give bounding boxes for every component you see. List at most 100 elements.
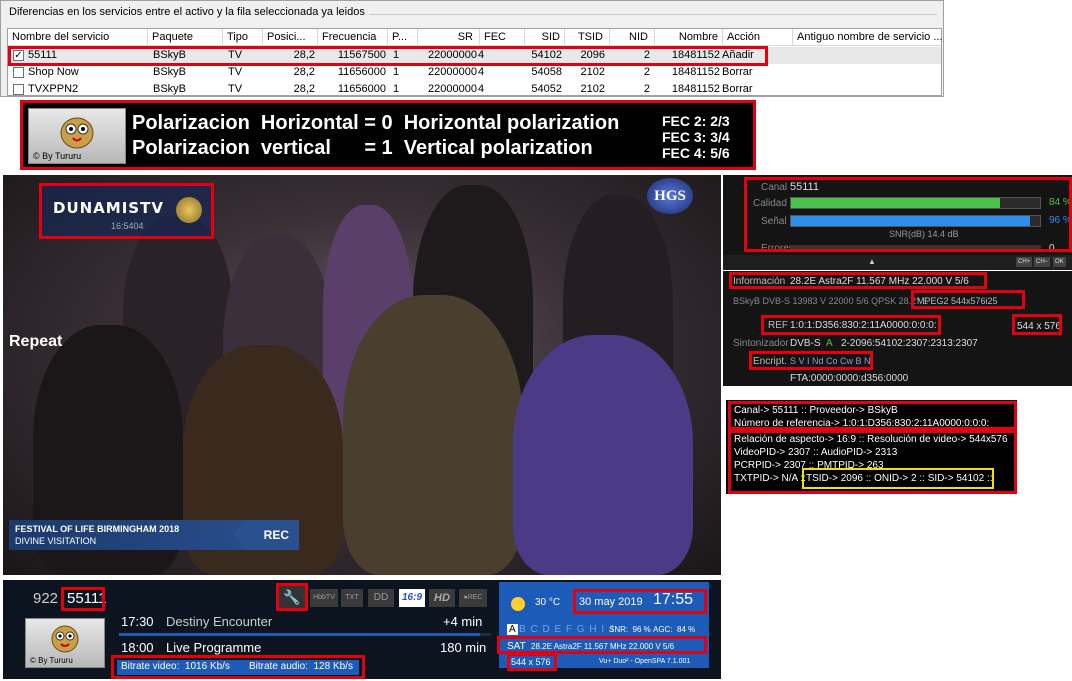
hbbtv-icon: HbbTV [310,589,338,607]
agc-percent: AGC: 84 % [653,625,696,634]
row-checkbox[interactable] [13,84,24,95]
temperature: 30 °C [535,597,561,608]
polarization-line-2: Polarizacion vertical = 1 Vertical polar… [132,137,593,159]
signal-highlight-frame [744,177,1072,252]
cell-package: BSkyB [153,83,187,95]
col-header-nid[interactable]: NID [610,29,655,46]
rec-badge: REC [233,520,299,550]
ch-plus-button[interactable]: CH+ [1016,257,1033,267]
panel-caption: Diferencias en los servicios entre el ac… [9,6,369,18]
highlight-frame [8,46,768,66]
col-header-frecuencia[interactable]: Frecuencia [318,29,388,46]
col-header-antiguo-nombre[interactable]: Antiguo nombre de servicio ... [793,29,943,46]
cell-nombre: 18481152 [671,66,720,78]
teletext-icon: TXT [341,589,363,607]
crowd-figure [343,295,523,575]
table-row[interactable]: Shop Now BSkyB TV 28,2 11656000 1 220000… [8,64,941,81]
col-header-pol[interactable]: P... [388,29,418,46]
repeat-label: Repeat [9,333,63,350]
bitrate-highlight-frame [111,655,365,679]
video-frame: DUNAMISTV 16:5404 HGS Repeat FESTIVAL OF… [3,175,721,575]
tururu-logo: © By Tururu [25,618,105,668]
dolby-icon: DD [368,589,394,607]
receiver-info: Vu+ Duo² - OpenSPA 7.1.001 [599,658,691,665]
col-header-sr[interactable]: SR [418,29,480,46]
sintonizador-label: Sintonizador [733,338,789,349]
cell-frequency: 11656000 [337,66,386,78]
channel-number: 922 [33,590,59,607]
cell-sr: 22000000 [428,83,477,95]
cell-fec: 4 [478,66,485,78]
rec-icon: ●REC [459,589,487,607]
by-tururu-text: © By Tururu [30,656,73,665]
mpeg-highlight-frame [911,290,1025,309]
infobar: 922 55111 🔧 HbbTV TXT DD 16:9 HD ●REC © … [3,580,721,679]
col-header-accion[interactable]: Acción [723,29,793,46]
ids-highlight-frame [802,468,994,489]
row-checkbox[interactable] [13,67,24,78]
cell-type: TV [228,83,243,95]
signal-panel: Canal 55111 Calidad 84 % Señal 96 % SNR(… [723,175,1072,270]
by-tururu-text: © By Tururu [33,151,82,161]
program-2-title: Live Programme [166,640,262,655]
table-row[interactable]: TVXPPN2 BSkyB TV 28,2 11656000 1 2200000… [8,81,941,98]
hgs-logo: HGS [647,178,693,214]
sat-highlight-frame [497,636,707,654]
hd-icon: HD [429,589,455,607]
col-header-posicion[interactable]: Posici... [263,29,318,46]
program-1-title: Destiny Encounter [166,614,273,629]
snr-percent: SNR: 96 % [609,625,651,634]
program-1-remaining: +4 min [443,614,483,629]
program-progress-bar [119,633,491,636]
fec-line-2: FEC 3: 3/4 [662,129,730,145]
signal-toolbar: ▲ CH+ CH− OK [723,255,1072,270]
differences-panel: Diferencias en los servicios entre el ac… [0,0,944,97]
cell-frequency: 11656000 [337,83,386,95]
text-highlight-frame-1 [728,401,1017,430]
tururu-logo: © By Tururu [28,108,126,164]
polarization-banner: © By Tururu Polarizacion Horizontal = 0 … [20,100,756,170]
program-progress-fill [119,633,480,636]
caid-active: A [507,624,518,635]
caption-divider [301,14,937,15]
col-header-nombre-servicio[interactable]: Nombre del servicio [8,29,148,46]
fec-line-3: FEC 4: 5/6 [662,145,730,161]
sintonizador-ids: 2-2096:54102:2307:2313:2307 [841,338,978,349]
channel-name-highlight-frame [61,587,105,611]
cell-pol: 1 [393,66,400,78]
cell-accion: Borrar [722,83,753,95]
channel-info-panel: Información 28.2E Astra2F 11.567 MHz 22.… [723,271,1072,386]
col-header-tipo[interactable]: Tipo [223,29,263,46]
table-header: Nombre del servicio Paquete Tipo Posici.… [8,29,943,46]
col-header-nombre[interactable]: Nombre [655,29,723,46]
ref-highlight-frame [761,315,941,335]
bskyb-line: BSkyB DVB-S 13983 V 22000 5/6 QPSK 28.2°… [733,296,929,306]
aspect-ratio-icon: 16:9 [399,589,425,607]
cell-sr: 22000000 [428,66,477,78]
cell-accion: Borrar [722,66,753,78]
up-arrow-icon[interactable]: ▲ [868,257,876,266]
col-header-tsid[interactable]: TSID [565,29,610,46]
wrench-highlight-frame [276,583,308,611]
cell-sid: 54058 [531,66,562,78]
program-2-time: 18:00 [121,640,154,655]
cell-type: TV [228,66,243,78]
cell-fec: 4 [478,83,485,95]
caption-line-1: FESTIVAL OF LIFE BIRMINGHAM 2018 [15,524,180,534]
ok-button[interactable]: OK [1053,257,1066,267]
ch-minus-button[interactable]: CH− [1034,257,1051,267]
datetime-highlight-frame [573,589,707,614]
owl-icon [51,625,79,653]
cell-position: 28,2 [293,66,315,78]
tuner-letter: A [826,338,833,349]
cell-tsid: 2102 [580,66,605,78]
cell-nombre: 18481152 [671,83,720,95]
cell-name: TVXPPN2 [28,83,79,95]
col-header-paquete[interactable]: Paquete [148,29,223,46]
sintonizador-value: DVB-S [790,338,821,349]
col-header-fec[interactable]: FEC [480,29,525,46]
caid-list: B C D E F G H I J [519,624,615,635]
caption-line-2: DIVINE VISITATION [15,536,97,546]
cell-sid: 54052 [531,83,562,95]
col-header-sid[interactable]: SID [525,29,565,46]
